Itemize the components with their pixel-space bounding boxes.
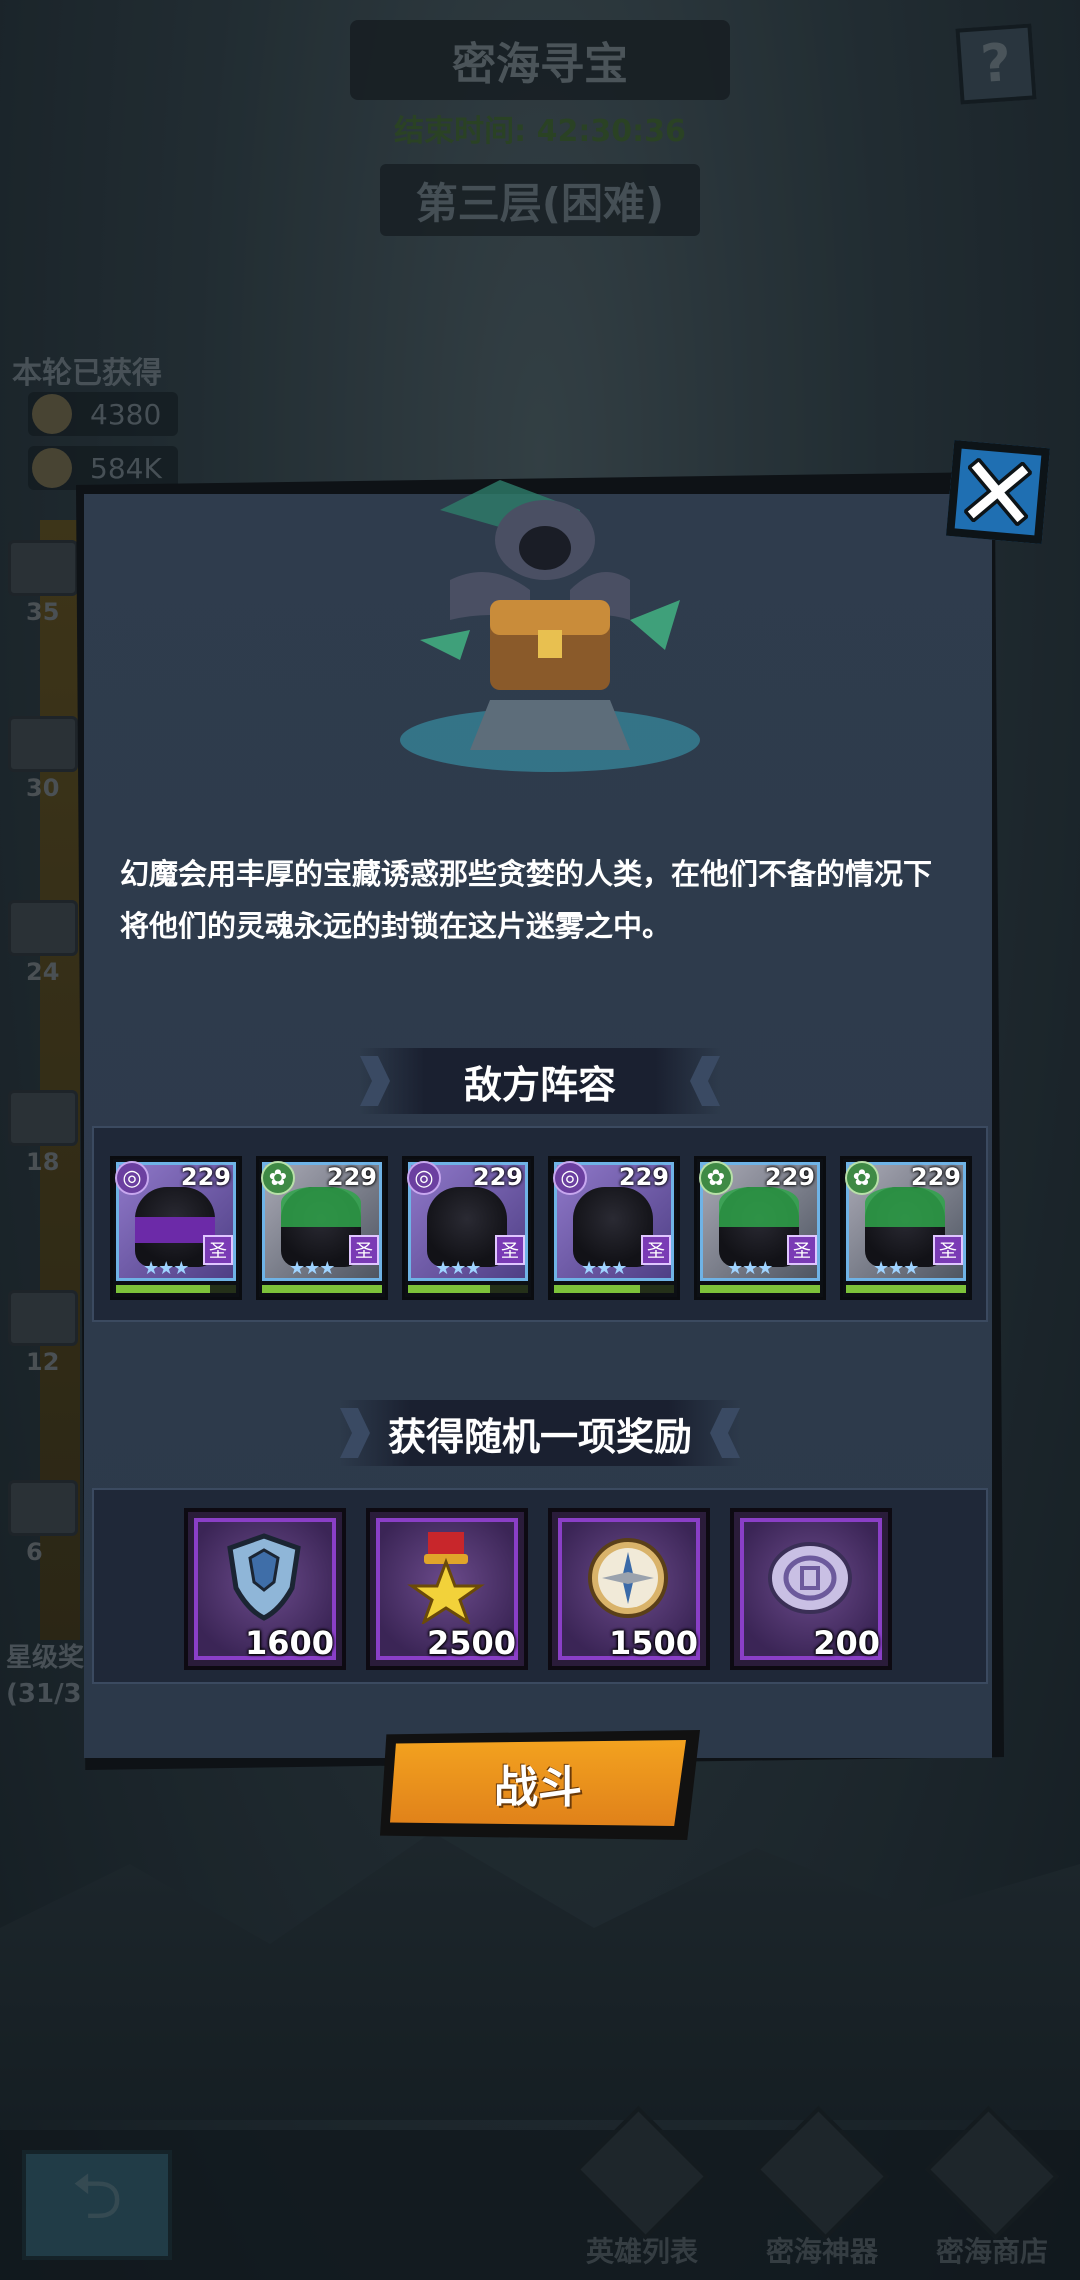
- hero-level: 229: [326, 1163, 377, 1191]
- nature-faction-icon: ✿: [261, 1161, 295, 1195]
- reward-item[interactable]: 200: [730, 1508, 892, 1670]
- hero-stars: ★★★: [143, 1258, 189, 1279]
- hero-rank-badge: 圣: [349, 1235, 379, 1265]
- hero-level: 229: [764, 1163, 815, 1191]
- hero-level: 229: [472, 1163, 523, 1191]
- enemy-hero-card[interactable]: ✿ 229 圣 ★★★: [840, 1156, 972, 1300]
- enemy-hero-card[interactable]: ✿ 229 圣 ★★★: [694, 1156, 826, 1300]
- hero-rank-badge: 圣: [203, 1235, 233, 1265]
- enemy-hero-card[interactable]: ◎ 229 圣 ★★★: [110, 1156, 242, 1300]
- fight-button[interactable]: 战斗: [380, 1730, 700, 1840]
- hero-hp-bar: [554, 1285, 674, 1293]
- reward-section-title: 获得随机一项奖励: [387, 1414, 692, 1459]
- dark-faction-icon: ◎: [553, 1161, 587, 1195]
- hero-rank-badge: 圣: [787, 1235, 817, 1265]
- dark-faction-icon: ◎: [407, 1161, 441, 1195]
- enemy-hero-card[interactable]: ◎ 229 圣 ★★★: [548, 1156, 680, 1300]
- dark-faction-icon: ◎: [115, 1161, 149, 1195]
- close-icon: [963, 457, 1033, 527]
- phantom-treasure-illustration: [400, 480, 700, 772]
- enemy-section-banner: 敌方阵容: [360, 1048, 720, 1114]
- banner-arrow-left: [340, 1408, 370, 1458]
- banner-arrow-right: [710, 1408, 740, 1458]
- enemy-hero-card[interactable]: ◎ 229 圣 ★★★: [402, 1156, 534, 1300]
- silver-coin-icon: [768, 1542, 852, 1614]
- hero-stars: ★★★: [727, 1258, 773, 1279]
- nature-faction-icon: ✿: [845, 1161, 879, 1195]
- hero-hp-bar: [116, 1285, 236, 1293]
- close-button[interactable]: [945, 439, 1051, 545]
- hero-stars: ★★★: [289, 1258, 335, 1279]
- enemy-hero-card[interactable]: ✿ 229 圣 ★★★: [256, 1156, 388, 1300]
- reward-quantity: 2500: [426, 1624, 516, 1662]
- reward-item[interactable]: 1600: [184, 1508, 346, 1670]
- fight-button-label: 战斗: [494, 1762, 582, 1813]
- hero-stars: ★★★: [581, 1258, 627, 1279]
- hero-hp-bar: [262, 1285, 382, 1293]
- hero-level: 229: [910, 1163, 961, 1191]
- nature-faction-icon: ✿: [699, 1161, 733, 1195]
- hero-rank-badge: 圣: [641, 1235, 671, 1265]
- hero-hp-bar: [408, 1285, 528, 1293]
- fight-button-face: 战斗: [390, 1740, 686, 1826]
- reward-section-banner: 获得随机一项奖励: [340, 1400, 740, 1466]
- stage-description: 幻魔会用丰厚的宝藏诱惑那些贪婪的人类，在他们不备的情况下将他们的灵魂永远的封锁在…: [120, 857, 933, 943]
- hero-hp-bar: [700, 1285, 820, 1293]
- star-medal-icon: [407, 1532, 485, 1624]
- reward-item[interactable]: 2500: [366, 1508, 528, 1670]
- reward-quantity: 1500: [608, 1624, 698, 1662]
- hero-stars: ★★★: [435, 1258, 481, 1279]
- reward-item[interactable]: 1500: [548, 1508, 710, 1670]
- hero-rank-badge: 圣: [933, 1235, 963, 1265]
- hero-hp-bar: [846, 1285, 966, 1293]
- compass-icon: [588, 1538, 668, 1618]
- hero-stars: ★★★: [873, 1258, 919, 1279]
- banner-arrow-right: [690, 1056, 720, 1106]
- enemy-section-title: 敌方阵容: [463, 1062, 616, 1107]
- reward-quantity: 200: [813, 1624, 880, 1662]
- banner-arrow-left: [360, 1056, 390, 1106]
- hero-rank-badge: 圣: [495, 1235, 525, 1265]
- shield-emblem-icon: [227, 1533, 301, 1621]
- reward-quantity: 1600: [244, 1624, 334, 1662]
- hero-level: 229: [618, 1163, 669, 1191]
- hero-level: 229: [180, 1163, 231, 1191]
